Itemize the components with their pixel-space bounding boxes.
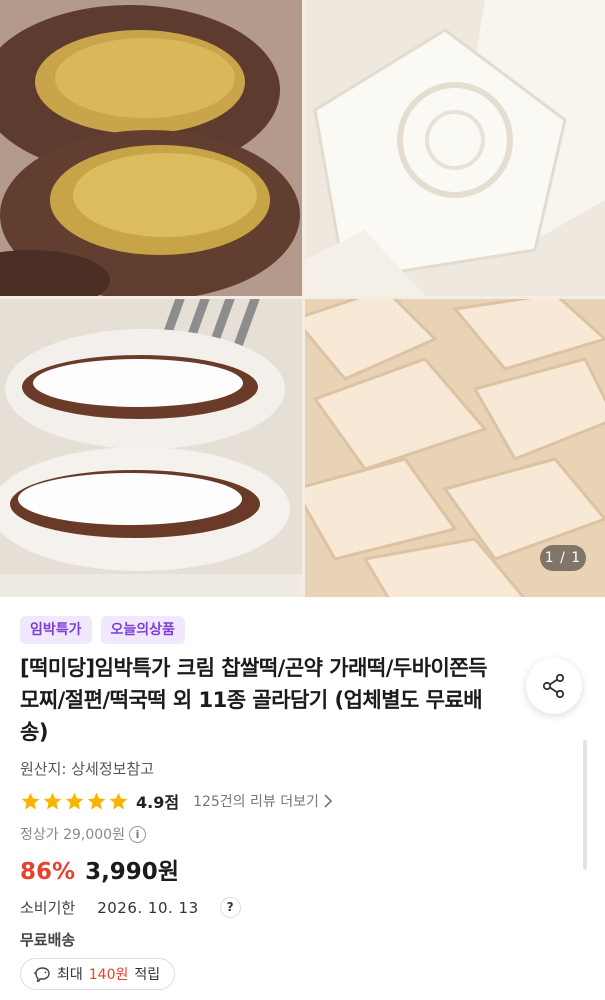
product-image-gallery[interactable]: 1 / 1	[0, 0, 605, 597]
star-icon	[87, 792, 106, 809]
chevron-right-icon	[324, 794, 333, 808]
regular-price: 정상가 29,000원	[20, 827, 125, 843]
star-rating	[20, 791, 129, 812]
scrollbar[interactable]	[583, 740, 587, 870]
star-icon	[109, 792, 128, 809]
badge-today-product: 오늘의상품	[100, 616, 185, 644]
points-prefix: 최대	[57, 967, 83, 983]
points-badge: 최대 140원 적립	[20, 958, 176, 990]
question-icon[interactable]: ?	[220, 898, 240, 917]
star-icon	[65, 792, 84, 809]
price-row: 86% 3,990원	[20, 852, 179, 886]
review-link[interactable]: 125건의 리뷰 더보기	[193, 791, 333, 811]
sale-price: 3,990원	[85, 859, 179, 885]
expiry-date: 2026. 10. 13	[97, 898, 199, 917]
info-icon[interactable]: i	[128, 825, 146, 843]
share-icon	[542, 673, 565, 699]
shipping-info: 무료배송	[20, 931, 76, 949]
expiry-row: 소비기한 2026. 10. 13 ?	[20, 897, 240, 918]
gallery-image-jeolpyeon	[305, 0, 605, 296]
expiry-label: 소비기한	[20, 899, 76, 917]
discount-rate: 86%	[20, 859, 76, 885]
points-suffix: 적립	[134, 967, 161, 983]
gallery-counter: 1 / 1	[540, 545, 586, 571]
points-value: 140원	[88, 967, 129, 983]
badge-list: 임박특가 오늘의상품	[20, 616, 185, 644]
review-link-label: 125건의 리뷰 더보기	[193, 794, 319, 810]
product-title: [떡미당]임박특가 크림 찹쌀떡/곤약 가래떡/두바이쫀득모찌/절편/떡국떡 외…	[20, 656, 488, 744]
origin-info: 원산지: 상세정보참고	[20, 760, 155, 778]
rating-row: 4.9점 125건의 리뷰 더보기	[20, 790, 333, 812]
star-icon	[21, 792, 40, 809]
star-icon	[43, 792, 62, 809]
regular-price-row: 정상가 29,000원 i	[20, 824, 146, 844]
piggy-bank-icon	[34, 967, 50, 982]
rating-score: 4.9점	[136, 793, 180, 812]
gallery-image-cream-chapssaltteok	[0, 299, 302, 597]
gallery-image-hotteok	[0, 0, 302, 296]
share-button[interactable]	[526, 658, 582, 714]
badge-imminent-sale: 임박특가	[20, 616, 92, 644]
